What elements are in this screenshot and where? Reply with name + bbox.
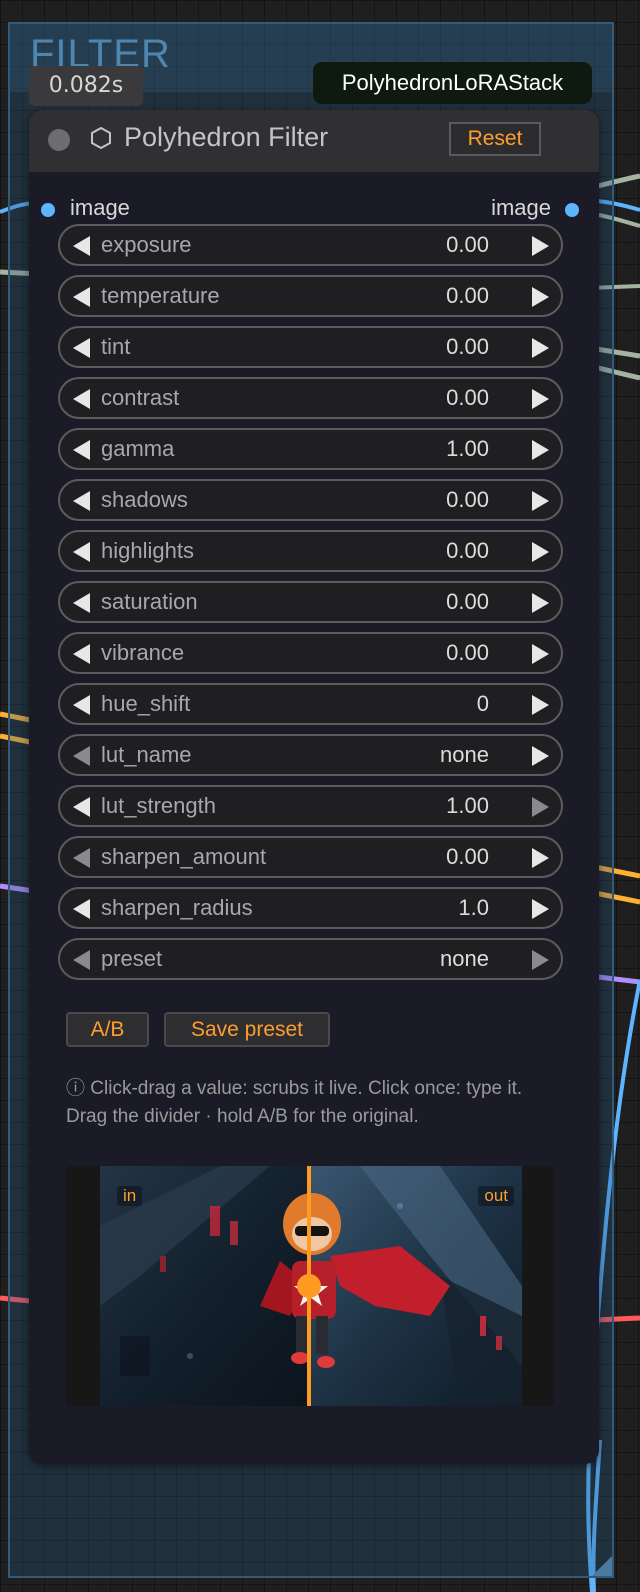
widget-value[interactable]: 0.00 [446,538,489,564]
node-title: Polyhedron Filter [124,122,329,152]
decrement-arrow-icon[interactable] [73,746,90,766]
widget-label: saturation [101,589,198,614]
widget-sharpen-amount[interactable]: sharpen_amount 0.00 [58,836,563,878]
polyhedron-filter-node[interactable]: Polyhedron Filter Reset image image expo… [29,110,599,1464]
widget-label: sharpen_amount [101,844,267,869]
source-node-badge: PolyhedronLoRAStack [313,62,592,104]
save-preset-button[interactable]: Save preset [164,1012,330,1047]
widget-lut-strength[interactable]: lut_strength 1.00 [58,785,563,827]
decrement-arrow-icon[interactable] [73,644,90,664]
widget-shadows[interactable]: shadows 0.00 [58,479,563,521]
widget-value[interactable]: 0.00 [446,844,489,870]
increment-arrow-icon[interactable] [532,542,549,562]
increment-arrow-icon[interactable] [532,338,549,358]
decrement-arrow-icon[interactable] [73,797,90,817]
increment-arrow-icon[interactable] [532,389,549,409]
widget-label: sharpen_radius [101,895,253,920]
output-slot-dot[interactable] [565,203,579,217]
preview-out-label: out [478,1186,514,1206]
widget-highlights[interactable]: highlights 0.00 [58,530,563,572]
before-after-preview[interactable]: in out [66,1166,554,1406]
decrement-arrow-icon[interactable] [73,389,90,409]
widget-value[interactable]: 0.00 [446,589,489,615]
widget-label: shadows [101,487,188,512]
preview-in-label: in [117,1186,143,1206]
widget-saturation[interactable]: saturation 0.00 [58,581,563,623]
widget-hue-shift[interactable]: hue_shift 0 [58,683,563,725]
widget-tint[interactable]: tint 0.00 [58,326,563,368]
increment-arrow-icon[interactable] [532,644,549,664]
increment-arrow-icon[interactable] [532,440,549,460]
widget-value[interactable]: none [440,946,489,972]
widget-value[interactable]: 1.00 [446,436,489,462]
input-slot-dot[interactable] [41,203,55,217]
hint-line: Drag the divider · hold A/B for the orig… [66,1106,419,1127]
widget-label: hue_shift [101,691,191,716]
hexagon-icon [91,126,111,150]
widget-label: contrast [101,385,180,410]
widget-vibrance[interactable]: vibrance 0.00 [58,632,563,674]
widget-value[interactable]: 1.0 [458,895,489,921]
widget-label: vibrance [101,640,185,665]
increment-arrow-icon[interactable] [532,593,549,613]
widget-value[interactable]: 0.00 [446,283,489,309]
collapse-toggle[interactable] [48,129,70,151]
widget-label: preset [101,946,163,971]
decrement-arrow-icon[interactable] [73,440,90,460]
widget-temperature[interactable]: temperature 0.00 [58,275,563,317]
widget-exposure[interactable]: exposure 0.00 [58,224,563,266]
group-resize-handle[interactable] [592,1556,612,1576]
input-slot-label: image [70,195,130,220]
decrement-arrow-icon[interactable] [73,593,90,613]
increment-arrow-icon[interactable] [532,236,549,256]
increment-arrow-icon[interactable] [532,950,549,970]
widget-value[interactable]: 0.00 [446,232,489,258]
hint-line: ⓘ Click-drag a value: scrubs it live. Cl… [66,1078,523,1099]
widget-label: temperature [101,283,220,308]
widget-contrast[interactable]: contrast 0.00 [58,377,563,419]
widget-gamma[interactable]: gamma 1.00 [58,428,563,470]
ab-compare-button[interactable]: A/B [66,1012,149,1047]
output-slot-label: image [491,195,551,220]
widget-label: tint [101,334,131,359]
widget-value[interactable]: 0 [477,691,489,717]
decrement-arrow-icon[interactable] [73,287,90,307]
divider-handle[interactable] [297,1274,321,1298]
node-header[interactable]: Polyhedron Filter Reset [29,110,599,172]
widget-value[interactable]: 0.00 [446,334,489,360]
increment-arrow-icon[interactable] [532,848,549,868]
decrement-arrow-icon[interactable] [73,695,90,715]
widget-label: gamma [101,436,175,461]
decrement-arrow-icon[interactable] [73,236,90,256]
usage-hint: ⓘ Click-drag a value: scrubs it live. Cl… [66,1075,571,1131]
increment-arrow-icon[interactable] [532,287,549,307]
widget-list: exposure 0.00 temperature 0.00 tint 0.00… [58,224,563,989]
increment-arrow-icon[interactable] [532,695,549,715]
increment-arrow-icon[interactable] [532,899,549,919]
widget-label: highlights [101,538,194,563]
decrement-arrow-icon[interactable] [73,899,90,919]
widget-value[interactable]: 0.00 [446,385,489,411]
decrement-arrow-icon[interactable] [73,542,90,562]
decrement-arrow-icon[interactable] [73,950,90,970]
widget-sharpen-radius[interactable]: sharpen_radius 1.0 [58,887,563,929]
increment-arrow-icon[interactable] [532,491,549,511]
widget-label: lut_name [101,742,192,767]
widget-value[interactable]: 0.00 [446,640,489,666]
execution-time-badge: 0.082s [29,66,143,106]
widget-value[interactable]: 1.00 [446,793,489,819]
increment-arrow-icon[interactable] [532,797,549,817]
widget-label: exposure [101,232,192,257]
widget-label: lut_strength [101,793,216,818]
widget-lut-name[interactable]: lut_name none [58,734,563,776]
reset-button[interactable]: Reset [449,122,541,156]
widget-value[interactable]: none [440,742,489,768]
widget-preset[interactable]: preset none [58,938,563,980]
decrement-arrow-icon[interactable] [73,491,90,511]
widget-value[interactable]: 0.00 [446,487,489,513]
decrement-arrow-icon[interactable] [73,848,90,868]
decrement-arrow-icon[interactable] [73,338,90,358]
increment-arrow-icon[interactable] [532,746,549,766]
